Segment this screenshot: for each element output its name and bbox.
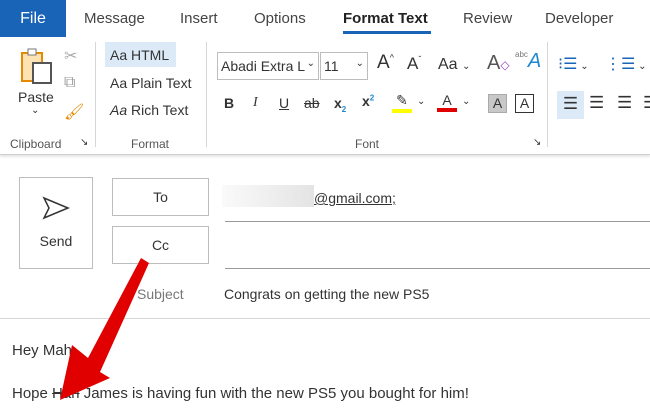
red-arrow-annotation bbox=[60, 258, 149, 400]
